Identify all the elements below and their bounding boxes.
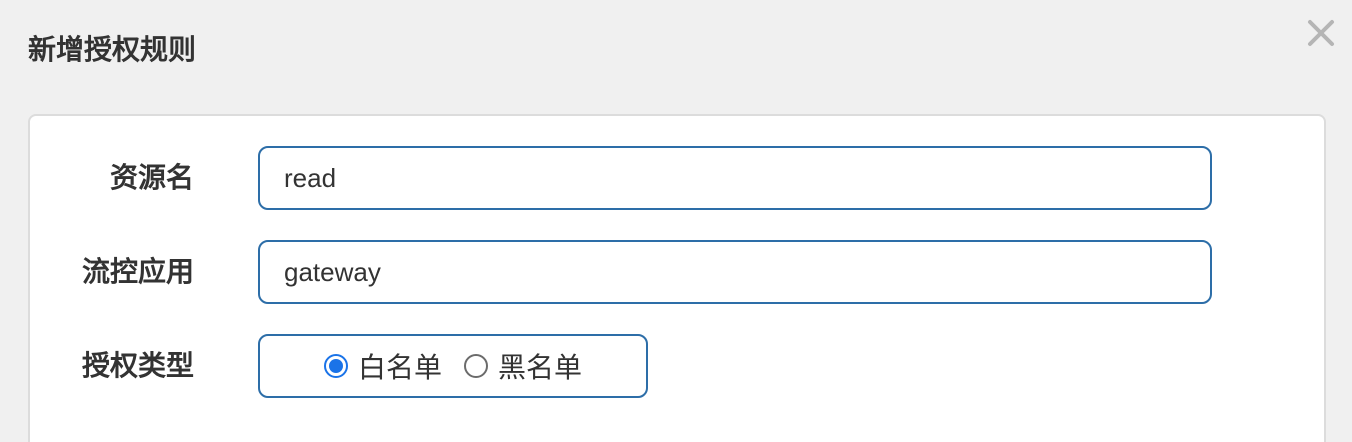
dialog-title: 新增授权规则: [28, 33, 197, 66]
whitelist-radio[interactable]: [324, 354, 348, 378]
blacklist-label: 黑名单: [498, 351, 583, 384]
auth-type-row: 授权类型 白名单 黑名单: [30, 334, 1324, 398]
add-auth-rule-dialog: 新增授权规则 资源名 read 流控应用 gateway 授权类型 白名单 黑名…: [0, 0, 1352, 442]
limit-app-row: 流控应用 gateway: [30, 240, 1324, 304]
resource-name-label: 资源名: [109, 161, 194, 194]
whitelist-option[interactable]: 白名单: [324, 336, 442, 396]
form-panel: 资源名 read 流控应用 gateway 授权类型 白名单 黑名单: [28, 114, 1326, 442]
blacklist-radio[interactable]: [464, 354, 488, 378]
auth-type-label: 授权类型: [81, 349, 194, 382]
resource-name-row: 资源名 read: [30, 146, 1324, 210]
limit-app-label: 流控应用: [81, 255, 194, 288]
whitelist-label: 白名单: [358, 351, 443, 384]
blacklist-option[interactable]: 黑名单: [464, 336, 582, 396]
limit-app-input[interactable]: gateway: [258, 240, 1212, 304]
auth-type-radio-group: 白名单 黑名单: [258, 334, 648, 398]
close-button[interactable]: [1300, 12, 1342, 54]
resource-name-input[interactable]: read: [258, 146, 1212, 210]
close-icon: [1300, 12, 1342, 54]
